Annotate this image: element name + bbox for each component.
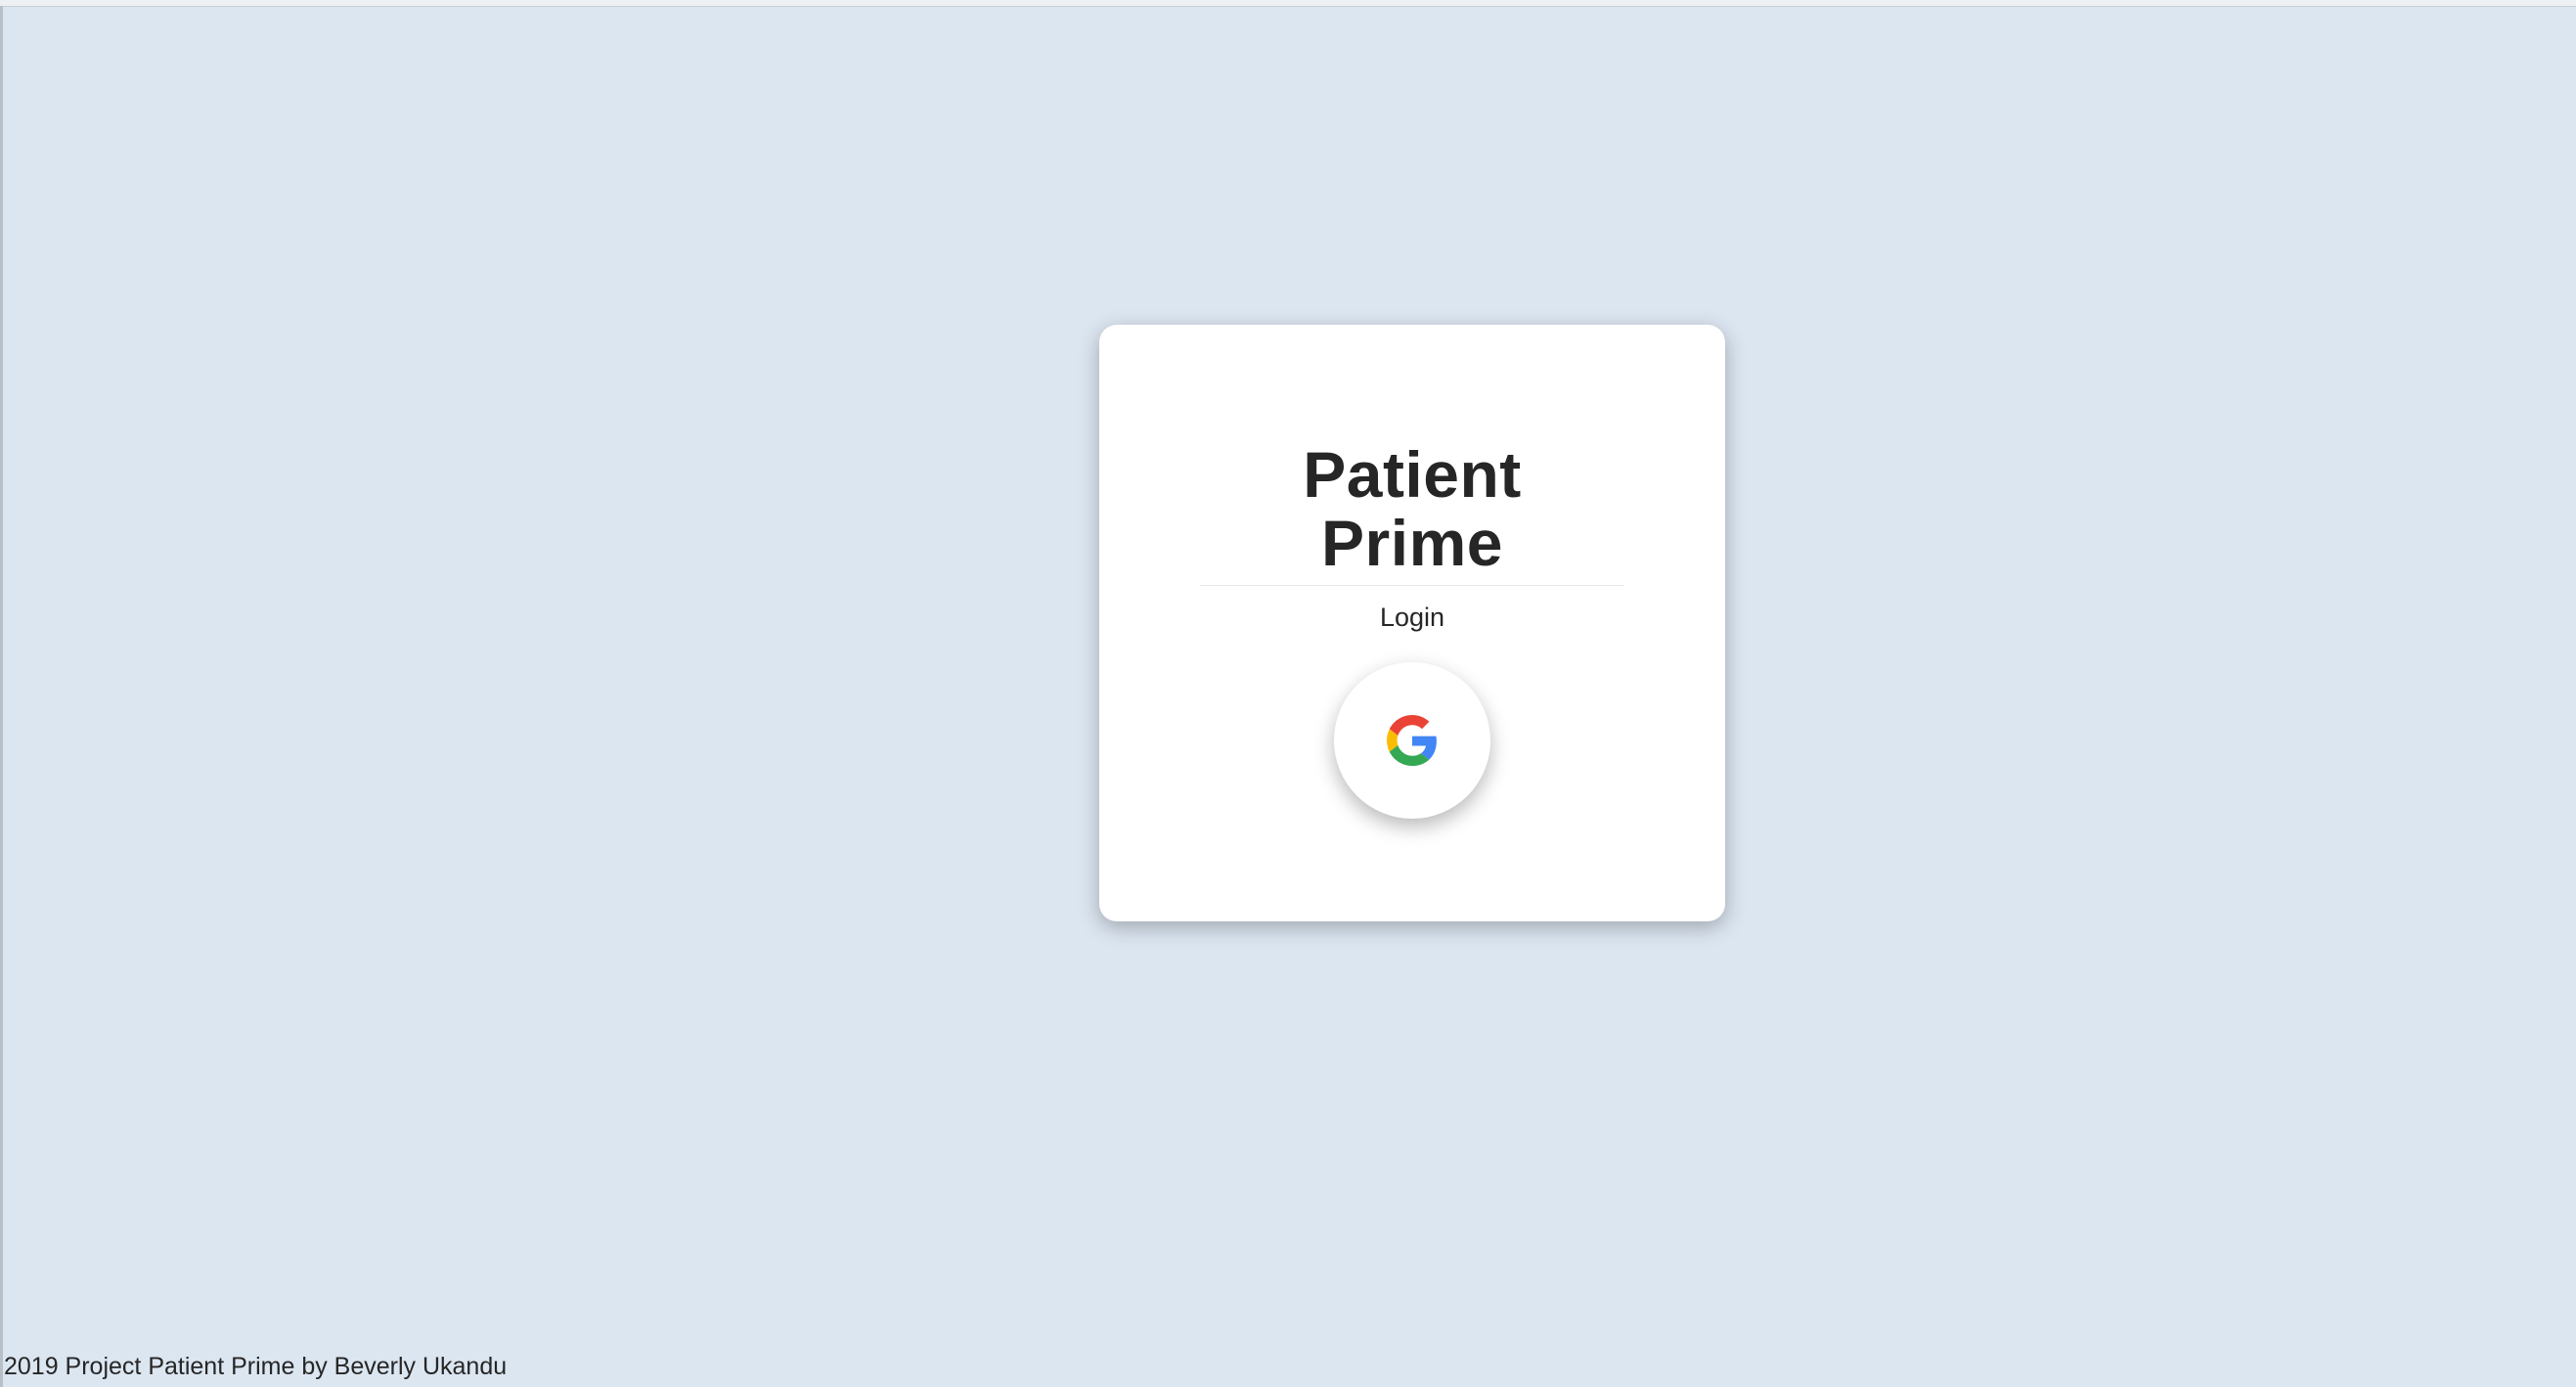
login-card: Patient Prime Login — [1099, 325, 1725, 921]
google-g-icon — [1387, 715, 1437, 766]
app-title: Patient Prime — [1099, 440, 1725, 577]
footer-credit: 2019 Project Patient Prime by Beverly Uk… — [4, 1353, 508, 1380]
app-title-line-1: Patient — [1303, 438, 1522, 511]
google-login-button[interactable] — [1334, 662, 1490, 819]
app-title-line-2: Prime — [1321, 507, 1503, 579]
title-divider — [1200, 585, 1624, 586]
window-top-border — [0, 0, 2576, 7]
login-label: Login — [1379, 603, 1445, 632]
window-left-border — [0, 6, 3, 1387]
